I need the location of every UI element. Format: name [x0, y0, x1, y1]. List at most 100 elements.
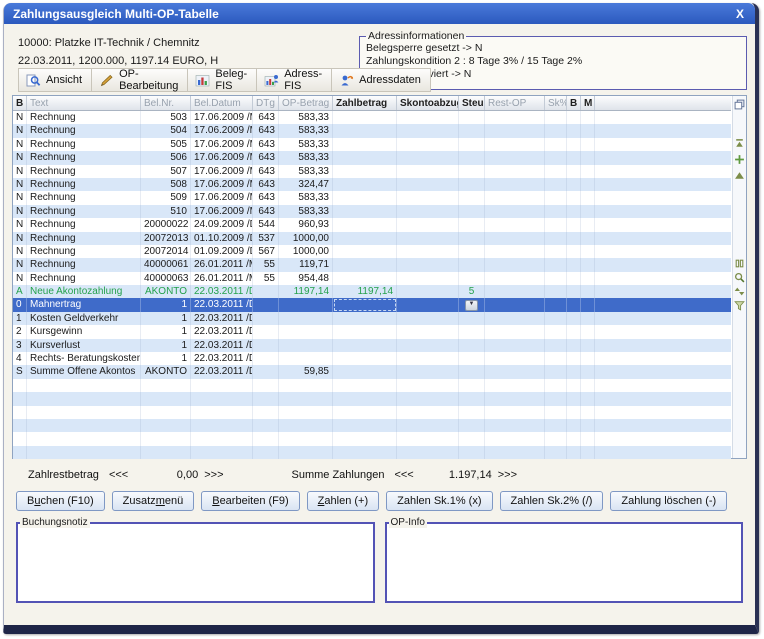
table-row[interactable]: NRechnung50717.06.2009 /Mi643583,33 [13, 165, 731, 178]
zahlen-sk1-button[interactable]: Zahlen Sk.1% (x) [386, 491, 492, 511]
column-header-b2[interactable]: B [567, 96, 581, 110]
buchen-button[interactable]: Buchen (F10) [16, 491, 105, 511]
cell-beldatum: 17.06.2009 /Mi [191, 165, 253, 178]
cell-sk [545, 446, 567, 459]
tab-adress-fis[interactable]: Adress-FIS [256, 68, 331, 92]
cell-filler [595, 258, 731, 271]
cell-steue [459, 432, 485, 445]
cell-beldatum: 17.06.2009 /Mi [191, 124, 253, 137]
rest-amount-label: Zahlrestbetrag [28, 469, 99, 481]
table-row[interactable]: 0Mahnertrag122.03.2011 /Di▼ [13, 298, 731, 311]
column-header-beldatum[interactable]: Bel.Datum [191, 96, 253, 110]
cell-m [581, 191, 595, 204]
table-row[interactable]: NRechnung2007201301.10.2009 /Do5371000,0… [13, 232, 731, 245]
zahlen-sk2-button[interactable]: Zahlen Sk.2% (/) [500, 491, 604, 511]
cell-zahl [333, 111, 397, 124]
magnifier-document-icon [26, 74, 41, 87]
column-header-m[interactable]: M [581, 96, 595, 110]
cell-belnr: AKONTO [141, 285, 191, 298]
table-row-empty [13, 432, 731, 445]
close-button[interactable]: X [734, 7, 746, 21]
table-row[interactable]: NRechnung50417.06.2009 /Mi643583,33 [13, 124, 731, 137]
cell-b: 4 [13, 352, 27, 365]
cell-m [581, 232, 595, 245]
table-row[interactable]: NRechnung50917.06.2009 /Mi643583,33 [13, 191, 731, 204]
table-row[interactable]: 1Kosten Geldverkehr122.03.2011 /Di [13, 312, 731, 325]
cell-belnr: 503 [141, 111, 191, 124]
column-header-skonto[interactable]: Skontoabzug [397, 96, 459, 110]
table-row[interactable]: 2Kursgewinn122.03.2011 /Di [13, 325, 731, 338]
tab-beleg-fis[interactable]: Beleg-FIS [187, 68, 256, 92]
cell-b2 [567, 138, 581, 151]
cell-m [581, 218, 595, 231]
table-row[interactable]: NRechnung2007201401.09.2009 /Di5671000,0… [13, 245, 731, 258]
tab-ansicht[interactable]: Ansicht [18, 68, 91, 92]
up-icon[interactable] [734, 168, 746, 180]
cell-rest [485, 258, 545, 271]
cell-m [581, 352, 595, 365]
cell-op: 583,33 [279, 151, 333, 164]
table-row[interactable]: NRechnung51017.06.2009 /Mi643583,33 [13, 205, 731, 218]
table-row[interactable]: NRechnung4000006326.01.2011 /Mi55954,48 [13, 272, 731, 285]
cell-steue [459, 245, 485, 258]
bearbeiten-button[interactable]: Bearbeiten (F9) [201, 491, 299, 511]
cell-beldatum [191, 419, 253, 432]
table-row[interactable]: NRechnung50817.06.2009 /Mi643324,47 [13, 178, 731, 191]
column-header-belnr[interactable]: Bel.Nr. [141, 96, 191, 110]
table-row[interactable]: NRechnung50317.06.2009 /Mi643583,33 [13, 111, 731, 124]
cell-rest [485, 191, 545, 204]
table-row[interactable]: ANeue AkontozahlungAKONTO22.03.2011 /Di1… [13, 285, 731, 298]
cell-op [279, 325, 333, 338]
search-icon[interactable] [734, 270, 746, 282]
zahlung-loeschen-button[interactable]: Zahlung löschen (-) [610, 491, 727, 511]
cell-b: A [13, 285, 27, 298]
columns-icon[interactable] [734, 256, 746, 268]
table-row[interactable]: 4Rechts- Beratungskosten122.03.2011 /Di [13, 352, 731, 365]
tab-adressdaten[interactable]: Adressdaten [331, 68, 431, 92]
tab-op-bearbeitung[interactable]: OP-Bearbeitung [91, 68, 187, 92]
column-header-rest[interactable]: Rest-OP [485, 96, 545, 110]
cell-belnr: 20000022 [141, 218, 191, 231]
titlebar[interactable]: Zahlungsausgleich Multi-OP-Tabelle X [4, 3, 755, 24]
cell-text: Neue Akontozahlung [27, 285, 141, 298]
table-row[interactable]: NRechnung4000006126.01.2011 /Mi55119,71 [13, 258, 731, 271]
column-header-zahl[interactable]: Zahlbetrag [333, 96, 397, 110]
cell-belnr [141, 419, 191, 432]
steue-dropdown-button[interactable]: ▼ [465, 300, 478, 311]
column-header-b[interactable]: B [13, 96, 27, 110]
buchungsnotiz-input[interactable] [20, 530, 371, 599]
copy-icon[interactable] [734, 97, 746, 109]
column-header-steue[interactable]: Steue [459, 96, 485, 110]
filter-icon[interactable] [734, 298, 746, 310]
customer-line: 10000: Platzke IT-Technik / Chemnitz [18, 37, 200, 49]
column-header-op[interactable]: OP-Betrag [279, 96, 333, 110]
cell-zahl [333, 245, 397, 258]
scroll-top-icon[interactable] [734, 136, 746, 148]
column-header-text[interactable]: Text [27, 96, 141, 110]
cell-b: N [13, 232, 27, 245]
cell-beldatum: 24.09.2009 /Do [191, 218, 253, 231]
cell-belnr: 510 [141, 205, 191, 218]
cell-steue [459, 352, 485, 365]
op-info-area[interactable] [389, 530, 740, 599]
cell-beldatum [191, 392, 253, 405]
cell-beldatum: 22.03.2011 /Di [191, 339, 253, 352]
cell-m [581, 432, 595, 445]
cell-m [581, 205, 595, 218]
table-row[interactable]: 3Kursverlust122.03.2011 /Di [13, 339, 731, 352]
zusatzmenu-button[interactable]: Zusatzmenü [112, 491, 195, 511]
table-row[interactable]: NRechnung50517.06.2009 /Mi643583,33 [13, 138, 731, 151]
column-header-sk[interactable]: Sk% [545, 96, 567, 110]
table-row[interactable]: SSumme Offene AkontosAKONTO22.03.2011 /D… [13, 365, 731, 378]
cell-beldatum [191, 406, 253, 419]
column-header-dtg[interactable]: DTg [253, 96, 279, 110]
zahlen-button[interactable]: Zahlen (+) [307, 491, 379, 511]
cell-op: 960,93 [279, 218, 333, 231]
cell-rest [485, 138, 545, 151]
table-row[interactable]: NRechnung2000002224.09.2009 /Do544960,93 [13, 218, 731, 231]
table-row[interactable]: NRechnung50617.06.2009 /Mi643583,33 [13, 151, 731, 164]
sort-icon[interactable] [734, 284, 746, 296]
plus-icon[interactable] [734, 152, 746, 164]
payment-sum-arrows-right: >>> [498, 469, 517, 481]
cell-skonto [397, 406, 459, 419]
